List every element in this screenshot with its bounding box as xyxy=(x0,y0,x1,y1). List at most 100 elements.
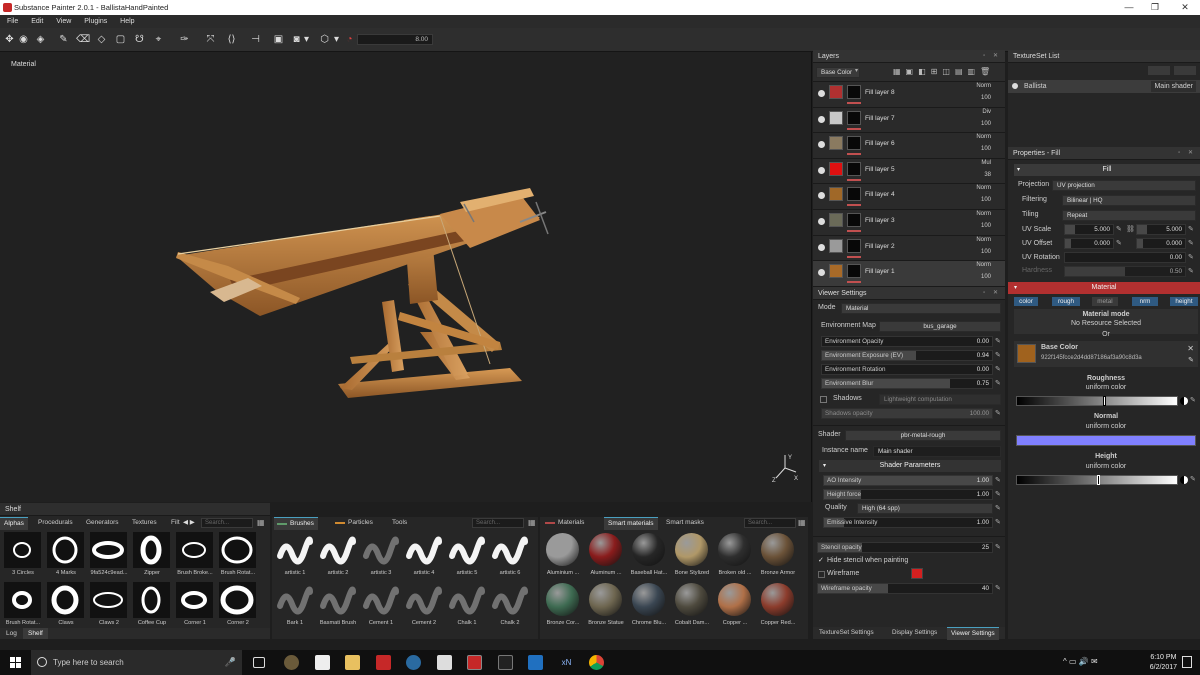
brush-item[interactable]: artistic 4 xyxy=(403,532,443,576)
smart-material-item[interactable]: Bronze Cor... xyxy=(542,582,582,626)
brush-item[interactable]: Basmati Brush xyxy=(317,582,357,626)
xnview-icon[interactable]: xN xyxy=(559,655,574,670)
visibility-icon[interactable] xyxy=(818,192,825,200)
layer-mask-thumbnail[interactable] xyxy=(847,161,861,176)
layer-mask-thumbnail[interactable] xyxy=(847,212,861,227)
tab-display-settings[interactable]: Display Settings xyxy=(888,627,941,639)
render-dropdown-icon[interactable]: ▾ xyxy=(300,33,313,46)
shader-button[interactable]: pbr-metal-rough xyxy=(845,430,1001,441)
menu-help[interactable]: Help xyxy=(120,18,134,25)
edit-icon[interactable]: ✎ xyxy=(1190,476,1198,484)
grid-view-icon[interactable]: ▦ xyxy=(528,518,536,527)
base-color-swatch[interactable] xyxy=(1017,344,1036,363)
cube-dropdown-icon[interactable]: ▾ xyxy=(330,33,343,46)
move-icon[interactable]: ✥ xyxy=(3,33,16,46)
edit-icon[interactable]: ✎ xyxy=(1190,397,1198,405)
smart-material-item[interactable]: Copper Red... xyxy=(757,582,797,626)
mode-dropdown[interactable]: Material xyxy=(841,303,1001,314)
alpha-item[interactable]: Corner 1 xyxy=(174,582,214,626)
notifications-icon[interactable] xyxy=(1182,656,1192,668)
normal-color-swatch[interactable] xyxy=(1016,435,1196,446)
edit-icon[interactable]: ✎ xyxy=(995,410,1003,418)
paint-brush-icon[interactable]: ✎ xyxy=(57,33,70,46)
layer-blend-mode[interactable]: Norm xyxy=(976,185,991,191)
close-icon[interactable]: ✕ xyxy=(1187,344,1194,353)
layer-opacity[interactable]: 100 xyxy=(981,95,991,101)
fill-section-header[interactable]: ▾ Fill xyxy=(1014,164,1200,176)
tiling-dropdown[interactable]: Repeat xyxy=(1062,210,1196,221)
wireframe-color-swatch[interactable] xyxy=(911,568,923,579)
height-slider[interactable] xyxy=(1016,475,1178,485)
layer-opacity[interactable]: 100 xyxy=(981,274,991,280)
filtering-dropdown[interactable]: Bilinear | HQ xyxy=(1062,195,1196,206)
edit-icon[interactable]: ✎ xyxy=(995,338,1003,346)
windows-start-icon[interactable] xyxy=(10,657,21,668)
env-opacity-slider[interactable]: Environment Opacity 0.00 xyxy=(821,336,993,347)
visibility-icon[interactable] xyxy=(818,115,825,123)
channel-dropdown[interactable]: Base Color xyxy=(816,67,860,78)
tab-viewer-settings[interactable]: Viewer Settings xyxy=(947,627,999,640)
layer-mask-thumbnail[interactable] xyxy=(847,187,861,202)
edit-icon[interactable]: ✎ xyxy=(1116,240,1124,248)
tab-materials[interactable]: Materials xyxy=(542,517,588,529)
alpha-item[interactable]: Claws xyxy=(45,582,85,626)
uv-rotation-slider[interactable]: 0.00 xyxy=(1064,252,1186,263)
link-icon[interactable]: ⛓ xyxy=(1126,226,1135,234)
layer-mask-thumbnail[interactable] xyxy=(847,85,861,99)
layer-blend-mode[interactable]: Norm xyxy=(976,83,991,89)
layer-opacity[interactable]: 100 xyxy=(981,249,991,255)
env-map-button[interactable]: bus_garage xyxy=(879,321,1001,332)
alpha-item[interactable]: Brush Broke... xyxy=(174,532,214,576)
env-blur-slider[interactable]: Environment Blur 0.75 xyxy=(821,378,993,389)
grid-view-icon[interactable]: ▦ xyxy=(798,518,806,527)
visibility-icon[interactable] xyxy=(818,141,825,149)
smart-material-item[interactable]: Aluminum ... xyxy=(585,532,625,576)
hardness-slider[interactable]: 0.50 xyxy=(1064,266,1186,277)
edit-icon[interactable]: ✎ xyxy=(995,505,1003,513)
layer-blend-mode[interactable]: Mul xyxy=(981,160,991,166)
taskbar-app-icon[interactable] xyxy=(437,655,452,670)
microphone-icon[interactable]: 🎤 xyxy=(225,650,236,675)
lazy-mouse-icon[interactable]: ⊣ xyxy=(249,33,262,46)
smart-material-item[interactable]: Cobalt Dam... xyxy=(671,582,711,626)
layer-opacity[interactable]: 100 xyxy=(981,121,991,127)
alpha-item[interactable]: Brush Rotat... xyxy=(2,582,42,626)
visibility-icon[interactable] xyxy=(818,243,825,251)
smudge-icon[interactable]: ☋ xyxy=(133,33,146,46)
view-mode-icon[interactable]: ◉ xyxy=(17,33,30,46)
projection-dropdown[interactable]: UV projection xyxy=(1052,180,1196,191)
hide-stencil-checkbox[interactable]: ✓ xyxy=(818,556,824,564)
polygon-fill-icon[interactable]: ▢ xyxy=(114,33,127,46)
visibility-icon[interactable] xyxy=(818,269,825,277)
shader-parameters-header[interactable]: ▾ Shader Parameters xyxy=(819,460,1001,472)
taskbar-search-input[interactable]: Type here to search 🎤 xyxy=(31,650,242,675)
instance-name-input[interactable]: Main shader xyxy=(873,446,1001,457)
env-exposure-slider[interactable]: Environment Exposure (EV) 0.94 xyxy=(821,350,993,361)
panel-controls-icon[interactable]: ▫ ✕ xyxy=(983,50,1001,63)
alpha-item[interactable]: Zipper xyxy=(131,532,171,576)
layer-opacity[interactable]: 38 xyxy=(984,172,991,178)
smart-material-item[interactable]: Bronze Armor xyxy=(757,532,797,576)
shelf-search-input[interactable]: Search... xyxy=(201,518,253,528)
textureset-shader[interactable]: Main shader xyxy=(1151,81,1196,92)
visibility-icon[interactable] xyxy=(818,166,825,174)
brush-item[interactable]: artistic 5 xyxy=(446,532,486,576)
close-button[interactable]: ✕ xyxy=(1172,0,1198,15)
camera-reset-icon[interactable]: ◔ xyxy=(343,33,356,46)
stencil-opacity-slider[interactable]: Stencil opacity 25 xyxy=(817,542,993,553)
tab-shelf[interactable]: Shelf xyxy=(23,628,48,639)
smart-material-item[interactable]: Copper ... xyxy=(714,582,754,626)
substance-painter-taskbar-icon[interactable] xyxy=(376,655,391,670)
brush-item[interactable]: Cement 2 xyxy=(403,582,443,626)
edit-icon[interactable]: ✎ xyxy=(995,366,1003,374)
brush-item[interactable]: artistic 1 xyxy=(274,532,314,576)
channel-height-button[interactable]: height xyxy=(1170,297,1198,306)
mirror-icon[interactable]: ⟨⟩ xyxy=(225,33,238,46)
menu-file[interactable]: File xyxy=(7,18,18,25)
layer-tools-icon[interactable]: ▦▣◧⊞◫▤▥🗑 xyxy=(893,67,995,76)
substance-painter-taskbar-icon[interactable] xyxy=(467,655,482,670)
tab-smart-materials[interactable]: Smart materials xyxy=(604,517,658,530)
alpha-item[interactable]: Coffee Cup xyxy=(131,582,171,626)
menu-edit[interactable]: Edit xyxy=(31,18,43,25)
edit-icon[interactable]: ✎ xyxy=(995,477,1003,485)
